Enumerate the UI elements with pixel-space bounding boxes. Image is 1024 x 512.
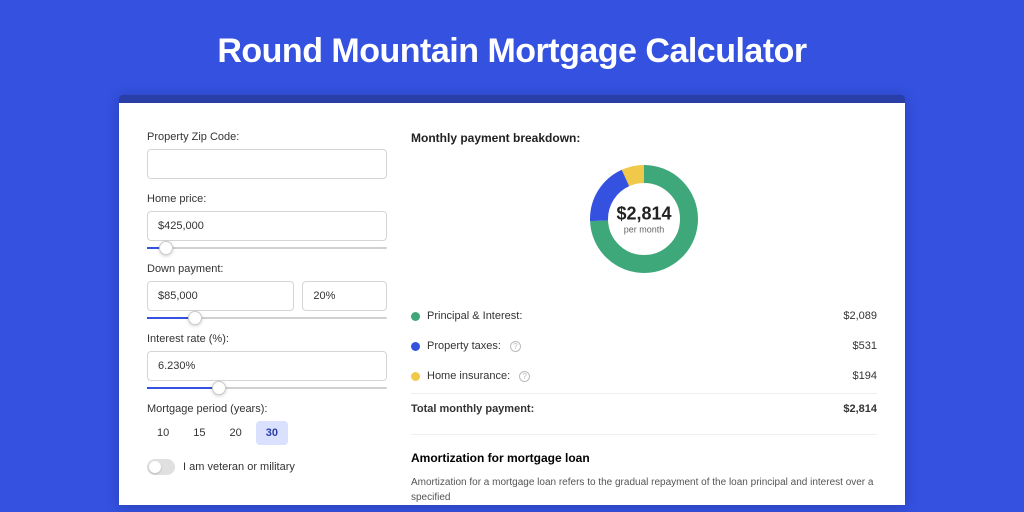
period-btn-30[interactable]: 30 — [256, 421, 288, 445]
slider-thumb[interactable] — [188, 311, 202, 325]
legend-label: Home insurance: — [427, 370, 510, 382]
amortization-title: Amortization for mortgage loan — [411, 451, 877, 465]
form-panel: Property Zip Code: Home price: Down paym… — [147, 131, 387, 505]
amortization-text: Amortization for a mortgage loan refers … — [411, 475, 877, 505]
legend-label: Property taxes: — [427, 340, 501, 352]
legend-list: Principal & Interest: $2,089Property tax… — [411, 301, 877, 391]
help-icon[interactable]: ? — [519, 371, 530, 382]
legend-label: Principal & Interest: — [427, 310, 522, 322]
interest-label: Interest rate (%): — [147, 333, 387, 345]
interest-block: Interest rate (%): — [147, 333, 387, 389]
down-payment-slider[interactable] — [147, 317, 387, 319]
down-payment-input[interactable] — [147, 281, 294, 311]
help-icon[interactable]: ? — [510, 341, 521, 352]
home-price-input[interactable] — [147, 211, 387, 241]
slider-thumb[interactable] — [212, 381, 226, 395]
donut-amount: $2,814 — [616, 204, 671, 225]
donut-chart: $2,814 per month — [584, 159, 704, 279]
legend-value: $194 — [853, 370, 877, 382]
interest-slider[interactable] — [147, 387, 387, 389]
zip-label: Property Zip Code: — [147, 131, 387, 143]
home-price-block: Home price: — [147, 193, 387, 249]
calculator-card: Property Zip Code: Home price: Down paym… — [119, 95, 905, 505]
total-value: $2,814 — [843, 403, 877, 415]
zip-field-block: Property Zip Code: — [147, 131, 387, 179]
legend-row: Principal & Interest: $2,089 — [411, 301, 877, 331]
legend-row: Property taxes: ? $531 — [411, 331, 877, 361]
interest-input[interactable] — [147, 351, 387, 381]
legend-value: $531 — [853, 340, 877, 352]
down-payment-block: Down payment: — [147, 263, 387, 319]
page-title: Round Mountain Mortgage Calculator — [0, 0, 1024, 95]
breakdown-title: Monthly payment breakdown: — [411, 131, 877, 145]
total-label: Total monthly payment: — [411, 403, 534, 415]
breakdown-panel: Monthly payment breakdown: $2,814 per mo… — [411, 131, 877, 505]
period-label: Mortgage period (years): — [147, 403, 387, 415]
down-payment-label: Down payment: — [147, 263, 387, 275]
period-btn-20[interactable]: 20 — [220, 421, 252, 445]
home-price-slider[interactable] — [147, 247, 387, 249]
zip-input[interactable] — [147, 149, 387, 179]
donut-chart-wrap: $2,814 per month — [411, 159, 877, 279]
legend-dot — [411, 342, 420, 351]
period-btn-10[interactable]: 10 — [147, 421, 179, 445]
period-btn-15[interactable]: 15 — [183, 421, 215, 445]
veteran-toggle[interactable] — [147, 459, 175, 475]
veteran-row: I am veteran or military — [147, 459, 387, 475]
amortization-section: Amortization for mortgage loan Amortizat… — [411, 434, 877, 505]
down-payment-pct-input[interactable] — [302, 281, 387, 311]
period-options: 10152030 — [147, 421, 387, 445]
legend-row: Home insurance: ? $194 — [411, 361, 877, 391]
slider-thumb[interactable] — [159, 241, 173, 255]
legend-value: $2,089 — [843, 310, 877, 322]
period-block: Mortgage period (years): 10152030 — [147, 403, 387, 445]
home-price-label: Home price: — [147, 193, 387, 205]
veteran-label: I am veteran or military — [183, 461, 295, 473]
legend-dot — [411, 372, 420, 381]
total-row: Total monthly payment: $2,814 — [411, 393, 877, 424]
donut-sub: per month — [616, 225, 671, 235]
legend-dot — [411, 312, 420, 321]
